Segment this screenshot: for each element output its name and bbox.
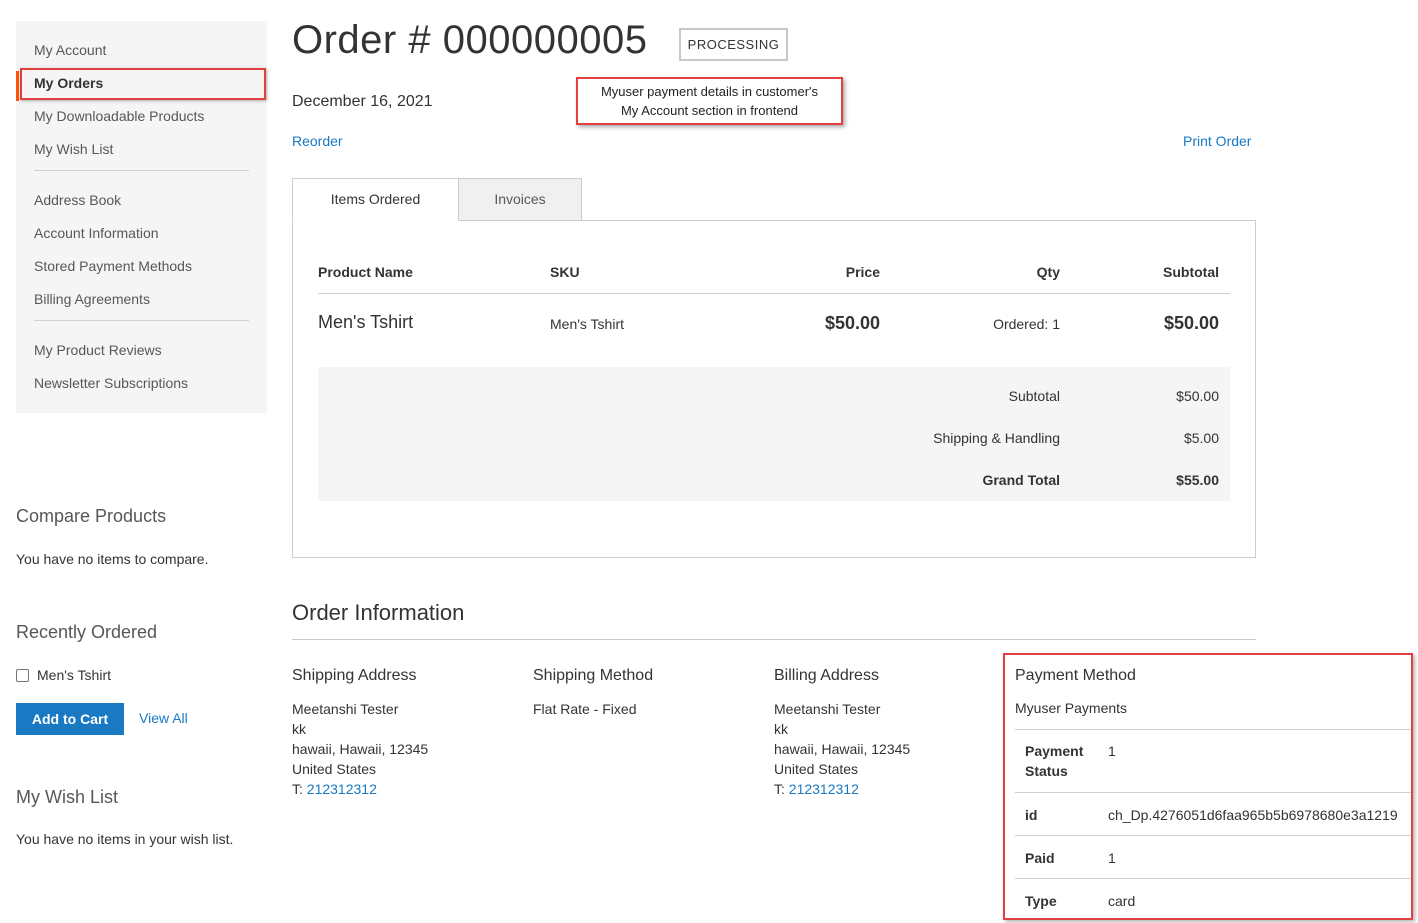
payment-status-key-line1: Payment bbox=[1025, 743, 1084, 759]
shipping-address-title: Shipping Address bbox=[292, 667, 417, 684]
shipping-method-value: Flat Rate - Fixed bbox=[533, 701, 637, 717]
shipping-method-title: Shipping Method bbox=[533, 667, 654, 684]
print-order-link[interactable]: Print Order bbox=[1183, 133, 1251, 149]
nav-my-account[interactable]: My Account bbox=[16, 38, 267, 71]
table-header-divider bbox=[318, 293, 1230, 294]
tab-invoices[interactable]: Invoices bbox=[458, 178, 582, 221]
column-header-product-name: Product Name bbox=[318, 264, 413, 280]
payment-status-key: Payment Status bbox=[1025, 741, 1083, 781]
totals-subtotal-value: $50.00 bbox=[1176, 388, 1219, 404]
billing-phone-link[interactable]: 212312312 bbox=[789, 781, 859, 797]
compare-empty-message: You have no items to compare. bbox=[16, 551, 209, 567]
column-header-sku: SKU bbox=[550, 264, 580, 280]
annotation-line-1: Myuser payment details in customer's bbox=[600, 84, 819, 99]
order-status-badge: PROCESSING bbox=[679, 28, 788, 61]
add-to-cart-button[interactable]: Add to Cart bbox=[16, 703, 124, 735]
payment-row-status: Payment Status 1 bbox=[1015, 729, 1411, 792]
totals-grand-total-value: $55.00 bbox=[1176, 472, 1219, 488]
column-header-price: Price bbox=[845, 264, 880, 280]
nav-my-downloadable-products[interactable]: My Downloadable Products bbox=[16, 104, 267, 137]
item-product-name: Men's Tshirt bbox=[318, 312, 414, 332]
payment-method-title: Payment Method bbox=[1015, 667, 1136, 684]
column-header-qty: Qty bbox=[1036, 264, 1060, 280]
payment-paid-value: 1 bbox=[1108, 850, 1116, 866]
payment-id-key: id bbox=[1025, 807, 1038, 823]
shipping-address-country: United States bbox=[292, 761, 377, 777]
nav-my-wish-list[interactable]: My Wish List bbox=[16, 137, 267, 170]
payment-method-highlight: Payment Method Myuser Payments Payment S… bbox=[1003, 653, 1413, 920]
account-sidebar-nav: My Account My Orders My Downloadable Pro… bbox=[16, 21, 267, 413]
payment-id-value: ch_Dp.4276051d6faa965b5b6978680e3a1219 bbox=[1108, 807, 1398, 823]
payment-paid-key: Paid bbox=[1025, 850, 1055, 866]
shipping-address-phone: T: 212312312 bbox=[292, 779, 428, 799]
recent-item-label: Men's Tshirt bbox=[37, 667, 111, 683]
totals-shipping-value: $5.00 bbox=[1183, 430, 1219, 446]
item-sku: Men's Tshirt bbox=[550, 316, 624, 332]
payment-method-name: Myuser Payments bbox=[1015, 700, 1128, 716]
item-qty: Ordered: 1 bbox=[993, 316, 1060, 332]
billing-address-content: Meetanshi Tester kk hawaii, Hawaii, 1234… bbox=[774, 699, 910, 799]
shipping-address-line2: hawaii, Hawaii, 12345 bbox=[292, 741, 429, 757]
nav-billing-agreements[interactable]: Billing Agreements bbox=[16, 287, 267, 320]
payment-row-paid: Paid 1 bbox=[1015, 835, 1411, 878]
totals-grand-total-label: Grand Total bbox=[982, 472, 1060, 488]
nav-address-book[interactable]: Address Book bbox=[16, 188, 267, 221]
wish-list-empty-message: You have no items in your wish list. bbox=[16, 831, 234, 847]
annotation-callout: Myuser payment details in customer's My … bbox=[576, 77, 843, 125]
billing-address-name: Meetanshi Tester bbox=[774, 701, 881, 717]
recent-item-checkbox[interactable] bbox=[16, 668, 29, 682]
shipping-address-content: Meetanshi Tester kk hawaii, Hawaii, 1234… bbox=[292, 699, 428, 799]
shipping-phone-link[interactable]: 212312312 bbox=[307, 781, 377, 797]
annotation-line-2: My Account section in frontend bbox=[620, 103, 799, 118]
phone-prefix: T: bbox=[292, 781, 307, 797]
payment-row-type: Type card bbox=[1015, 878, 1411, 918]
section-divider bbox=[292, 639, 1256, 640]
item-price: $50.00 bbox=[824, 313, 880, 333]
nav-stored-payment-methods[interactable]: Stored Payment Methods bbox=[16, 254, 267, 287]
column-header-subtotal: Subtotal bbox=[1163, 264, 1219, 280]
nav-my-orders[interactable]: My Orders bbox=[16, 71, 267, 104]
reorder-link[interactable]: Reorder bbox=[292, 133, 343, 149]
order-date: December 16, 2021 bbox=[292, 93, 433, 110]
nav-divider bbox=[34, 320, 249, 321]
billing-address-line2: hawaii, Hawaii, 12345 bbox=[774, 741, 911, 757]
totals-subtotal-label: Subtotal bbox=[1008, 388, 1060, 404]
tab-items-ordered[interactable]: Items Ordered bbox=[292, 178, 459, 221]
phone-prefix: T: bbox=[774, 781, 789, 797]
billing-address-line1: kk bbox=[774, 721, 788, 737]
recently-ordered-title: Recently Ordered bbox=[16, 622, 158, 642]
nav-my-product-reviews[interactable]: My Product Reviews bbox=[16, 338, 267, 371]
order-information-title: Order Information bbox=[292, 600, 465, 625]
payment-row-id: id ch_Dp.4276051d6faa965b5b6978680e3a121… bbox=[1015, 792, 1411, 835]
billing-address-country: United States bbox=[774, 761, 859, 777]
wish-list-title: My Wish List bbox=[16, 787, 119, 807]
payment-status-key-line2: Status bbox=[1025, 763, 1068, 779]
compare-products-title: Compare Products bbox=[16, 506, 167, 526]
payment-type-value: card bbox=[1108, 893, 1136, 909]
shipping-address-name: Meetanshi Tester bbox=[292, 701, 399, 717]
nav-account-information[interactable]: Account Information bbox=[16, 221, 267, 254]
item-subtotal: $50.00 bbox=[1163, 313, 1219, 333]
view-all-link[interactable]: View All bbox=[139, 710, 188, 726]
nav-divider bbox=[34, 170, 249, 171]
billing-address-phone: T: 212312312 bbox=[774, 779, 910, 799]
payment-status-value: 1 bbox=[1108, 743, 1116, 759]
page-title: Order # 000000005 bbox=[292, 18, 648, 62]
billing-address-title: Billing Address bbox=[774, 667, 879, 684]
order-totals: Subtotal $50.00 Shipping & Handling $5.0… bbox=[318, 367, 1230, 501]
nav-newsletter-subscriptions[interactable]: Newsletter Subscriptions bbox=[16, 371, 267, 404]
payment-type-key: Type bbox=[1025, 893, 1057, 909]
recently-ordered-item[interactable]: Men's Tshirt bbox=[16, 667, 111, 683]
shipping-address-line1: kk bbox=[292, 721, 306, 737]
totals-shipping-label: Shipping & Handling bbox=[933, 430, 1060, 446]
